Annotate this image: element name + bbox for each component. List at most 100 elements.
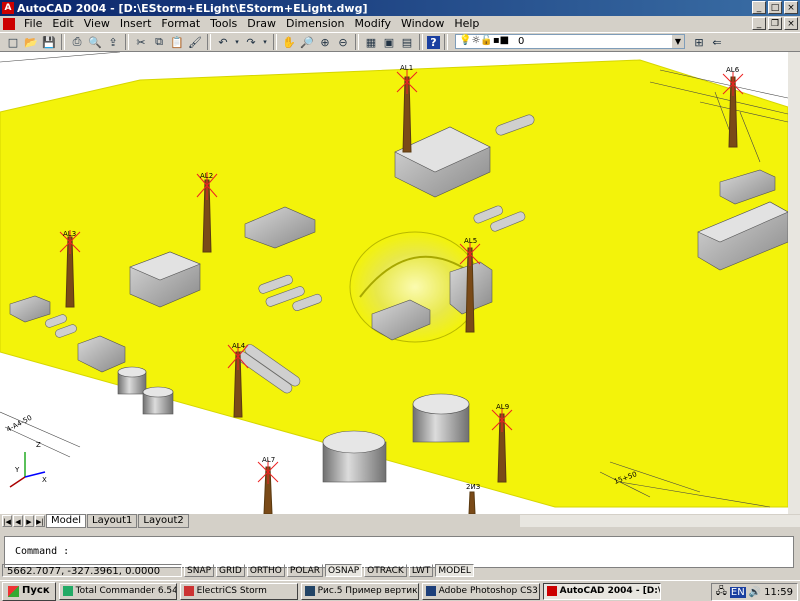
mast-label: AL4 — [232, 342, 246, 350]
autocad-app-icon[interactable]: A — [2, 2, 14, 14]
menu-modify[interactable]: Modify — [350, 16, 396, 32]
ortho-toggle[interactable]: ORTHO — [246, 563, 285, 577]
make-layer-current-icon[interactable]: ⊞ — [691, 34, 707, 50]
clock: 11:59 — [764, 586, 793, 598]
open-icon[interactable]: 📂 — [23, 34, 39, 50]
task-label: Рис.5 Пример вертикал... — [317, 586, 418, 596]
layer-previous-icon[interactable]: ⇐ — [709, 34, 725, 50]
doc-minimize-button[interactable]: _ — [752, 17, 766, 30]
task-photoshop[interactable]: Adobe Photoshop CS3 E... — [421, 582, 540, 600]
lwt-toggle[interactable]: LWT — [408, 563, 434, 577]
svg-text:X: X — [42, 476, 47, 484]
maximize-button[interactable]: □ — [768, 1, 782, 14]
mast-label: 2ИЗ — [466, 483, 481, 491]
mast-label: AL6 — [726, 66, 740, 74]
language-indicator[interactable]: EN — [729, 586, 746, 598]
task-word-document[interactable]: Рис.5 Пример вертикал... — [300, 582, 419, 600]
volume-icon[interactable]: 🔊 — [749, 587, 761, 598]
photoshop-icon — [425, 586, 436, 596]
menu-help[interactable]: Help — [449, 16, 484, 32]
first-tab-button[interactable]: |◀ — [2, 515, 12, 527]
tab-model[interactable]: Model — [46, 514, 87, 528]
print-preview-icon[interactable]: 🔍 — [87, 34, 103, 50]
task-label: ElectriCS Storm — [196, 586, 267, 596]
new-icon[interactable]: □ — [5, 34, 21, 50]
menu-insert[interactable]: Insert — [115, 16, 157, 32]
layer-dropdown[interactable]: 💡☼🔓▪■ 0 ▼ — [455, 34, 685, 49]
menu-window[interactable]: Window — [396, 16, 449, 32]
menu-draw[interactable]: Draw — [242, 16, 281, 32]
chevron-down-icon[interactable]: ▼ — [672, 35, 684, 48]
doc-close-button[interactable]: × — [784, 17, 798, 30]
task-autocad[interactable]: AutoCAD 2004 - [D:\E... — [542, 582, 661, 600]
total-commander-icon — [62, 586, 73, 596]
save-icon[interactable]: 💾 — [41, 34, 57, 50]
osnap-toggle[interactable]: OSNAP — [325, 563, 363, 577]
properties-icon[interactable]: ▦ — [363, 34, 379, 50]
match-properties-icon[interactable]: 🖌 — [187, 34, 203, 50]
status-bar: 5662.7077, -327.3961, 0.0000 SNAP GRID O… — [0, 562, 800, 578]
tab-layout1[interactable]: Layout1 — [87, 514, 138, 528]
mast-label: AL9 — [496, 403, 509, 411]
word-icon — [304, 586, 315, 596]
taskbar: Пуск Total Commander 6.54 -... ElectriCS… — [0, 580, 800, 601]
mast — [468, 491, 476, 514]
layer-state-icons: 💡☼🔓▪■ — [459, 35, 510, 46]
polar-toggle[interactable]: POLAR — [286, 563, 324, 577]
print-icon[interactable]: ⎙ — [69, 34, 85, 50]
zoom-realtime-icon[interactable]: 🔎 — [299, 34, 315, 50]
design-center-icon[interactable]: ▣ — [381, 34, 397, 50]
minimize-button[interactable]: _ — [752, 1, 766, 14]
task-label: Adobe Photoshop CS3 E... — [438, 586, 539, 596]
windows-logo-icon — [8, 585, 19, 597]
task-label: AutoCAD 2004 - [D:\E... — [559, 586, 661, 596]
horizontal-scrollbar[interactable] — [520, 515, 800, 527]
electrics-icon — [183, 586, 194, 596]
task-total-commander[interactable]: Total Commander 6.54 -... — [58, 582, 177, 600]
menu-format[interactable]: Format — [156, 16, 205, 32]
zoom-window-icon[interactable]: ⊕ — [317, 34, 333, 50]
paste-icon[interactable]: 📋 — [169, 34, 185, 50]
otrack-toggle[interactable]: OTRACK — [364, 563, 407, 577]
help-icon[interactable]: ? — [427, 35, 440, 49]
mast-label: AL3 — [63, 230, 76, 238]
last-tab-button[interactable]: ▶| — [35, 515, 45, 527]
tool-palettes-icon[interactable]: ▤ — [399, 34, 415, 50]
title-bar: A AutoCAD 2004 - [D:\EStorm+ELight\EStor… — [0, 0, 800, 16]
publish-icon[interactable]: ⇪ — [105, 34, 121, 50]
menu-tools[interactable]: Tools — [205, 16, 242, 32]
prev-tab-button[interactable]: ◀ — [13, 515, 23, 527]
coordinates-readout: 5662.7077, -327.3961, 0.0000 — [2, 563, 182, 577]
close-button[interactable]: × — [784, 1, 798, 14]
undo-dropdown-icon[interactable]: ▾ — [233, 34, 241, 50]
start-label: Пуск — [22, 585, 50, 596]
layer-name: 0 — [518, 36, 525, 47]
menu-edit[interactable]: Edit — [47, 16, 78, 32]
model-toggle[interactable]: MODEL — [435, 563, 474, 577]
next-tab-button[interactable]: ▶ — [24, 515, 34, 527]
drawing-viewport[interactable]: AL1 AL2 AL3 AL4 AL5 AL6 AL7 AL9 2ИЗ 4-А4… — [0, 52, 788, 514]
menu-dimension[interactable]: Dimension — [281, 16, 349, 32]
redo-dropdown-icon[interactable]: ▾ — [261, 34, 269, 50]
undo-icon[interactable]: ↶ — [215, 34, 231, 50]
start-button[interactable]: Пуск — [2, 581, 56, 601]
grid-toggle[interactable]: GRID — [216, 563, 245, 577]
snap-toggle[interactable]: SNAP — [184, 563, 215, 577]
pan-icon[interactable]: ✋ — [281, 34, 297, 50]
mast-label: AL7 — [262, 456, 275, 464]
tab-layout2[interactable]: Layout2 — [138, 514, 189, 528]
menu-file[interactable]: File — [19, 16, 47, 32]
network-icon[interactable]: 🖧 — [716, 584, 727, 601]
vertical-scrollbar[interactable] — [788, 52, 800, 514]
document-icon[interactable] — [3, 18, 15, 30]
cut-icon[interactable]: ✂ — [133, 34, 149, 50]
menu-view[interactable]: View — [79, 16, 115, 32]
mast-label: AL2 — [200, 172, 213, 180]
autocad-icon — [546, 586, 557, 596]
task-electrics-storm[interactable]: ElectriCS Storm — [179, 582, 298, 600]
copy-icon[interactable]: ⧉ — [151, 34, 167, 50]
mast-label: AL1 — [400, 64, 413, 72]
redo-icon[interactable]: ↷ — [243, 34, 259, 50]
zoom-previous-icon[interactable]: ⊖ — [335, 34, 351, 50]
doc-restore-button[interactable]: ❐ — [768, 17, 782, 30]
